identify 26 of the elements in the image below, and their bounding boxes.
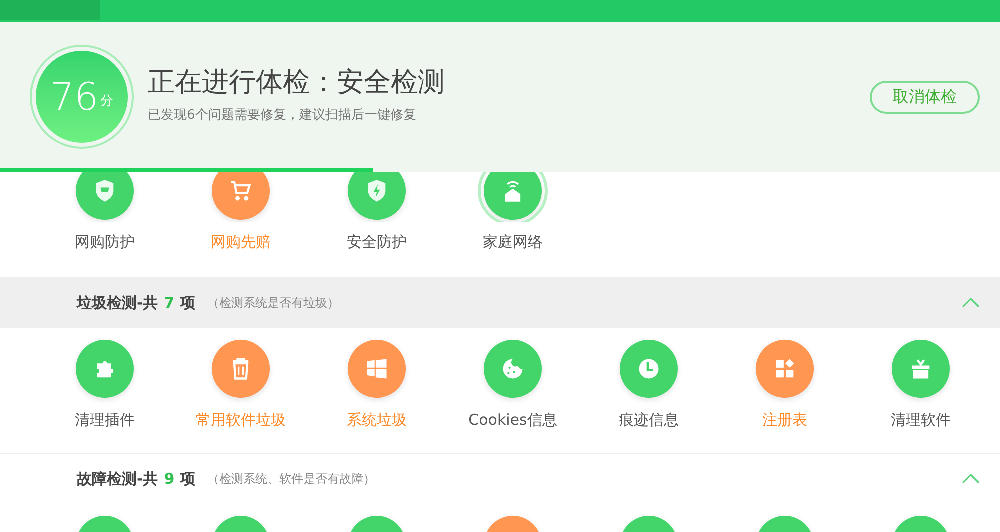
section-title: 故障检测-共 (77, 468, 158, 490)
check-item-label: 网购先赔 (211, 233, 271, 251)
check-item-label: Cookies信息 (468, 411, 558, 429)
check-item-label: 痕迹信息 (619, 411, 679, 429)
section-note: （检测系统、软件是否有故障） (208, 471, 376, 488)
chevron-up-icon[interactable] (962, 474, 980, 484)
score-value: 76 (50, 78, 99, 116)
section-note: （检测系统是否有垃圾） (208, 295, 340, 312)
section-unit: 项 (180, 468, 196, 490)
section-title: 垃圾检测-共 (77, 292, 158, 314)
check-item-label: 系统垃圾 (347, 411, 407, 429)
section-count: 7 (164, 292, 175, 314)
check-item-label: 常用软件垃圾 (196, 411, 286, 429)
check-item-label: 网购防护 (75, 233, 135, 251)
score-unit: 分 (100, 93, 114, 112)
section-unit: 项 (180, 292, 196, 314)
check-item-label: 家庭网络 (483, 233, 543, 251)
scan-title: 正在进行体检：安全检测 (148, 68, 445, 96)
section-header[interactable]: 垃圾检测-共 7 项 （检测系统是否有垃圾） (0, 278, 1000, 328)
check-item-label: 清理插件 (75, 411, 135, 429)
check-item-label: 安全防护 (347, 233, 407, 251)
section-count: 9 (164, 468, 175, 490)
check-item-label: 注册表 (762, 411, 808, 429)
chevron-up-icon[interactable] (962, 298, 980, 308)
scan-subtitle: 已发现6个问题需要修复，建议扫描后一键修复 (148, 106, 418, 125)
check-item-label: 清理软件 (891, 411, 951, 429)
